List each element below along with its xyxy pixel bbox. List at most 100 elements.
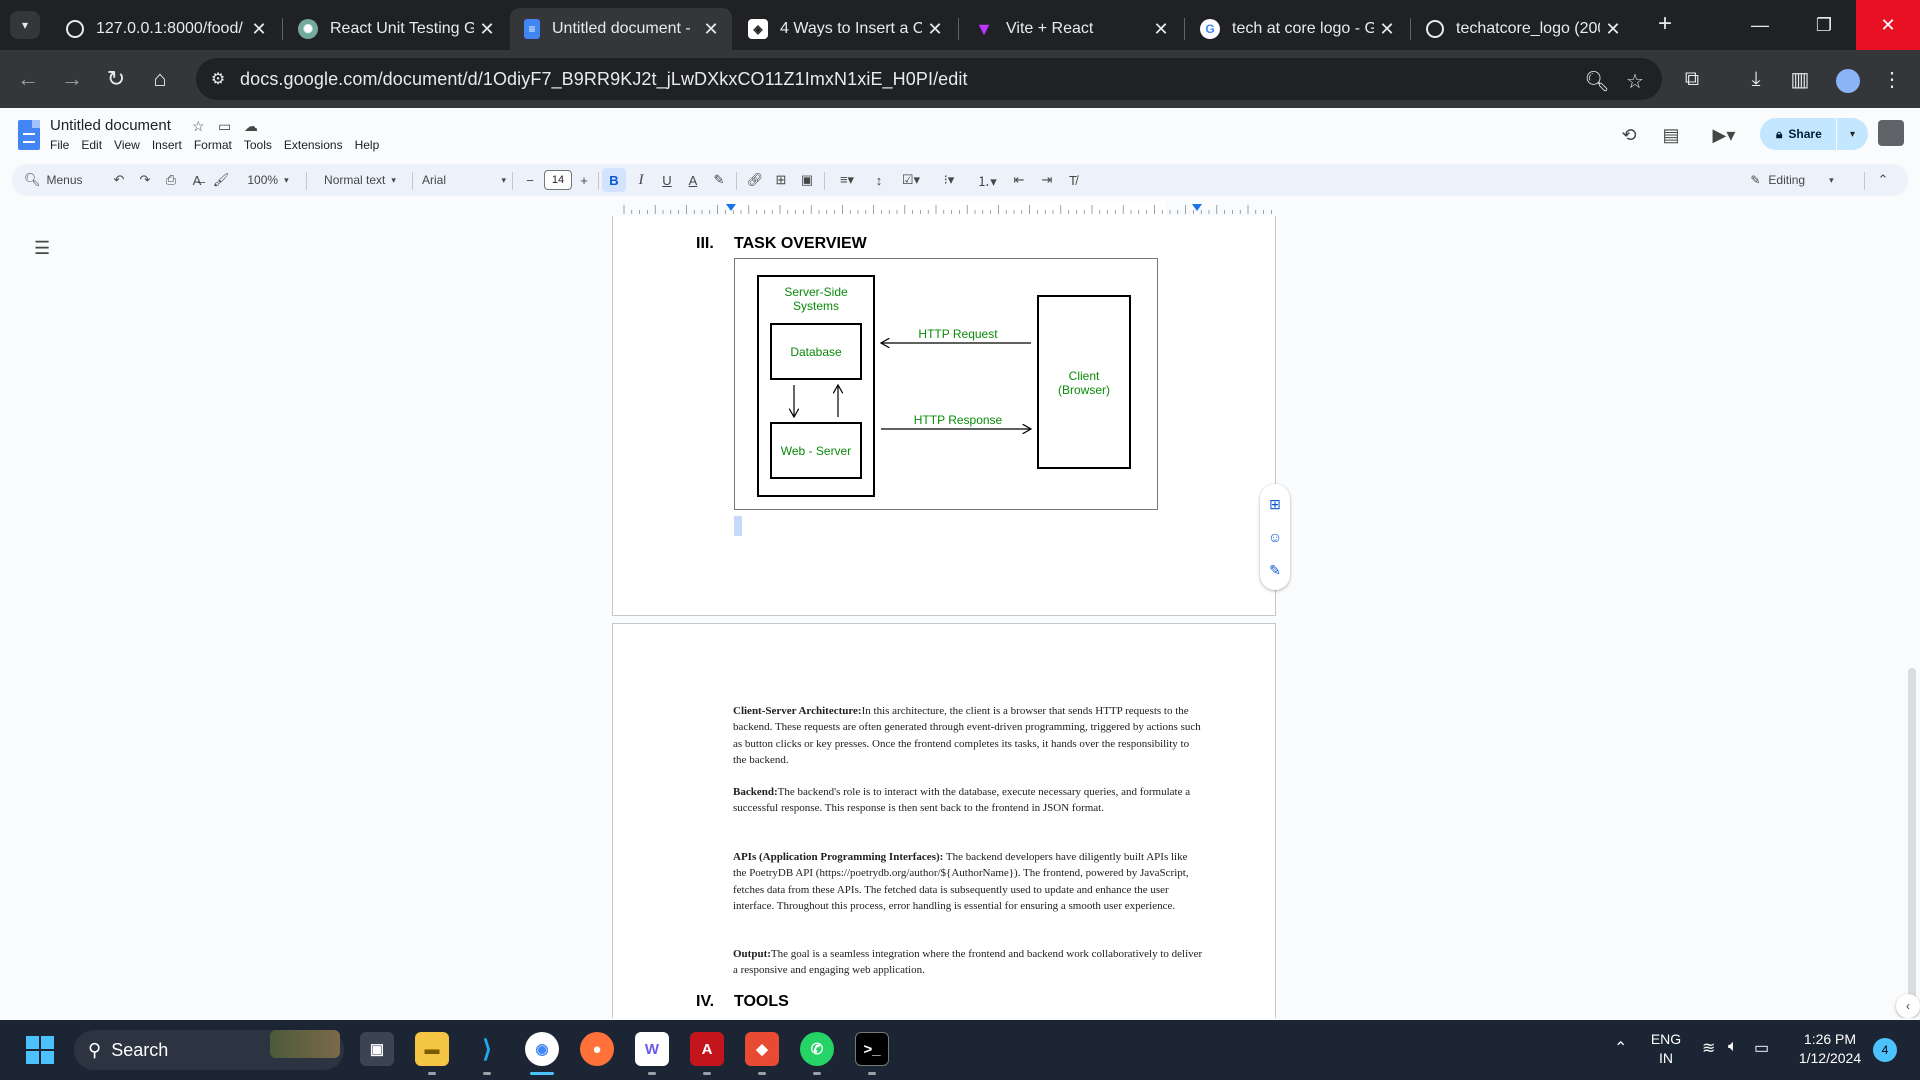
task-view-icon[interactable]: ▣ [360,1032,394,1066]
menu-extensions[interactable]: Extensions [284,138,343,152]
windows-start-button[interactable] [26,1036,54,1064]
zoom-icon[interactable]: 🔍︎ [1582,66,1612,96]
bold-icon[interactable]: B [602,168,626,192]
back-arrow-icon[interactable]: ← [12,63,44,95]
add-comment-icon[interactable]: ⊞ [770,164,792,196]
forward-arrow-icon[interactable]: → [56,63,88,95]
font-size-input[interactable]: 14 [544,170,572,190]
comments-icon[interactable]: ▤ [1658,122,1684,148]
new-tab-button[interactable]: + [1650,10,1680,38]
docs-logo-icon[interactable] [18,120,40,150]
share-options-button[interactable]: ▾ [1836,118,1868,150]
profile-avatar[interactable] [1832,63,1864,95]
underline-icon[interactable]: U [656,164,678,196]
menu-edit[interactable]: Edit [81,138,102,152]
close-icon[interactable]: ✕ [1374,19,1400,40]
chrome-icon[interactable]: ◉ [525,1032,559,1066]
battery-icon[interactable]: ▭ [1754,1038,1769,1058]
suggest-edits-icon[interactable]: ✎ [1265,560,1285,580]
undo-icon[interactable]: ↶ [108,164,130,196]
emoji-reaction-icon[interactable]: ☺ [1265,527,1285,547]
file-explorer-icon[interactable]: ▬ [415,1032,449,1066]
firefox-icon[interactable]: ● [580,1032,614,1066]
close-icon[interactable]: ✕ [1600,19,1626,40]
window-close-button[interactable]: ✕ [1856,0,1920,50]
line-spacing-icon[interactable]: ↕ [868,164,890,196]
expand-panel-button[interactable]: ‹ [1896,994,1920,1018]
tab-techatcore-logo[interactable]: techatcore_logo (200 ✕ [1412,8,1634,50]
text-color-icon[interactable]: A [682,164,704,196]
move-folder-icon[interactable]: ▭ [218,118,231,135]
minimize-button[interactable]: — [1728,0,1792,50]
font-family-select[interactable]: Arial ▾ [422,164,506,196]
editing-mode-select[interactable]: ✎ Editing ▾ [1742,164,1842,196]
paragraph-style-select[interactable]: Normal text ▾ [314,164,406,196]
address-bar[interactable]: ⚙ docs.google.com/document/d/1OdiyF7_B9R… [196,58,1662,100]
highlight-icon[interactable]: ✎ [708,164,730,196]
tab-react-unit-testing[interactable]: ✺ React Unit Testing Gu ✕ [284,8,508,50]
document-title[interactable]: Untitled document [50,117,171,134]
align-icon[interactable]: ≡▾ [832,164,862,196]
anydesk-icon[interactable]: ◆ [745,1032,779,1066]
tab-vite-react[interactable]: ▼ Vite + React ✕ [960,8,1182,50]
close-icon[interactable]: ✕ [1148,19,1174,40]
home-icon[interactable]: ⌂ [144,63,176,95]
cloud-status-icon[interactable]: ☁ [244,118,258,135]
menu-tools[interactable]: Tools [244,138,272,152]
zoom-select[interactable]: 100% ▾ [238,164,298,196]
bulleted-list-icon[interactable]: ⁝▾ [932,164,966,196]
add-comment-icon[interactable]: ⊞ [1265,494,1285,514]
whiteboard-icon[interactable]: W [635,1032,669,1066]
redo-icon[interactable]: ↷ [134,164,156,196]
menus-search[interactable]: 🔍︎ Menus [24,164,100,196]
checklist-icon[interactable]: ☑▾ [894,164,928,196]
tab-localhost-food[interactable]: 127.0.0.1:8000/food/ ✕ [52,8,280,50]
close-icon[interactable]: ✕ [698,19,724,40]
menu-view[interactable]: View [114,138,140,152]
extensions-icon[interactable]: ⧉ [1676,63,1708,95]
whatsapp-icon[interactable]: ✆ [800,1032,834,1066]
tab-search-button[interactable]: ▾ [10,11,40,39]
terminal-icon[interactable]: >_ [855,1032,889,1066]
increase-font-size-icon[interactable]: + [574,164,594,196]
decrease-indent-icon[interactable]: ⇤ [1008,164,1030,196]
paint-format-icon[interactable]: 🖌︎ [210,164,232,196]
close-icon[interactable]: ✕ [922,19,948,40]
acrobat-icon[interactable]: A [690,1032,724,1066]
client-server-diagram[interactable]: Server-Side Systems Database Web - Serve… [734,258,1158,510]
menu-help[interactable]: Help [355,138,380,152]
close-icon[interactable]: ✕ [474,19,500,40]
numbered-list-icon[interactable]: ⒈▾ [970,164,1004,196]
volume-icon[interactable]: 🔈︎ [1728,1038,1738,1056]
menu-file[interactable]: File [50,138,69,152]
chevron-up-icon[interactable]: ⌃ [1614,1038,1627,1058]
tab-untitled-document[interactable]: ≡ Untitled document - ✕ [510,8,732,50]
wifi-icon[interactable]: ≋ [1702,1038,1715,1058]
vscode-icon[interactable]: ⟩ [470,1032,504,1066]
menu-format[interactable]: Format [194,138,232,152]
close-icon[interactable]: ✕ [246,19,272,40]
insert-image-icon[interactable]: ▣ [796,164,818,196]
insert-link-icon[interactable]: 🔗︎ [744,164,766,196]
tab-4-ways-insert[interactable]: ◈ 4 Ways to Insert a Co ✕ [734,8,956,50]
side-panel-icon[interactable]: ▥ [1784,63,1816,95]
language-indicator[interactable]: ENG IN [1646,1030,1686,1068]
document-outline-icon[interactable]: ☰ [34,238,50,259]
decrease-font-size-icon[interactable]: − [520,164,540,196]
site-settings-icon[interactable]: ⚙ [196,69,240,89]
star-icon[interactable]: ☆ [192,118,205,135]
chrome-menu-icon[interactable]: ⋮ [1876,63,1908,95]
account-avatar[interactable] [1878,120,1904,146]
downloads-icon[interactable]: ⤓ [1740,63,1772,95]
menu-insert[interactable]: Insert [152,138,182,152]
print-icon[interactable]: ⎙ [160,164,182,196]
clock[interactable]: 1:26 PM 1/12/2024 [1790,1030,1870,1068]
vertical-scrollbar[interactable] [1908,668,1916,1002]
horizontal-ruler[interactable] [612,201,1276,217]
tab-tech-at-core-logo[interactable]: G tech at core logo - G ✕ [1186,8,1408,50]
meet-icon[interactable]: ▶▾ [1704,122,1744,148]
increase-indent-icon[interactable]: ⇥ [1036,164,1058,196]
hide-menus-icon[interactable]: ⌃ [1872,164,1894,196]
bookmark-star-icon[interactable]: ☆ [1620,66,1650,96]
restore-button[interactable]: ❐ [1792,0,1856,50]
